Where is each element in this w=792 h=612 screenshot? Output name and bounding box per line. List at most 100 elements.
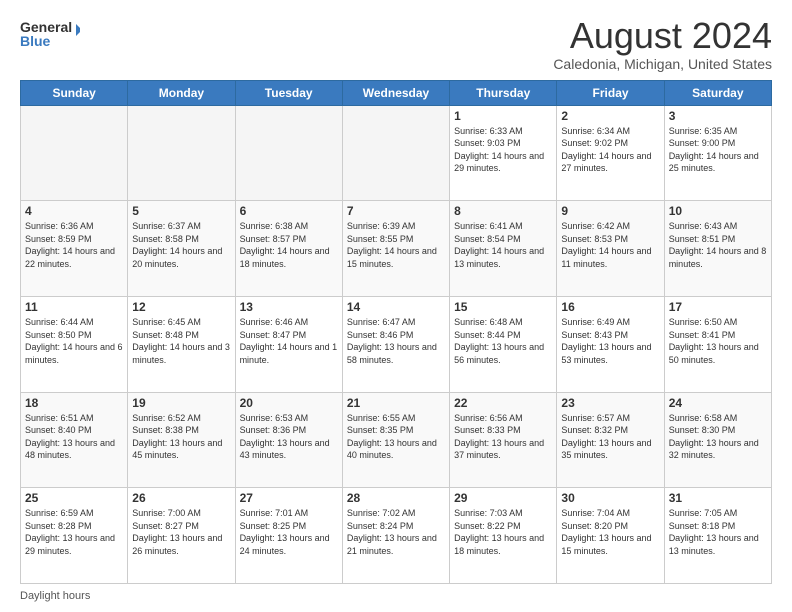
- day-info: Sunrise: 7:01 AMSunset: 8:25 PMDaylight:…: [240, 508, 330, 556]
- day-info: Sunrise: 7:05 AMSunset: 8:18 PMDaylight:…: [669, 508, 759, 556]
- day-number: 16: [561, 300, 659, 314]
- day-info: Sunrise: 7:00 AMSunset: 8:27 PMDaylight:…: [132, 508, 222, 556]
- day-info: Sunrise: 6:44 AMSunset: 8:50 PMDaylight:…: [25, 317, 123, 365]
- calendar-cell: 23 Sunrise: 6:57 AMSunset: 8:32 PMDayligh…: [557, 392, 664, 488]
- day-info: Sunrise: 6:34 AMSunset: 9:02 PMDaylight:…: [561, 126, 651, 174]
- day-number: 2: [561, 109, 659, 123]
- day-number: 29: [454, 491, 552, 505]
- day-info: Sunrise: 6:56 AMSunset: 8:33 PMDaylight:…: [454, 413, 544, 461]
- day-number: 1: [454, 109, 552, 123]
- day-info: Sunrise: 6:59 AMSunset: 8:28 PMDaylight:…: [25, 508, 115, 556]
- calendar-cell: [128, 105, 235, 201]
- day-number: 13: [240, 300, 338, 314]
- day-info: Sunrise: 7:02 AMSunset: 8:24 PMDaylight:…: [347, 508, 437, 556]
- day-info: Sunrise: 6:39 AMSunset: 8:55 PMDaylight:…: [347, 221, 437, 269]
- calendar-cell: [342, 105, 449, 201]
- day-number: 3: [669, 109, 767, 123]
- month-title: August 2024: [553, 16, 772, 56]
- calendar-cell: 19 Sunrise: 6:52 AMSunset: 8:38 PMDayligh…: [128, 392, 235, 488]
- day-header: Sunday: [21, 80, 128, 105]
- day-number: 9: [561, 204, 659, 218]
- day-info: Sunrise: 6:47 AMSunset: 8:46 PMDaylight:…: [347, 317, 437, 365]
- calendar-cell: 21 Sunrise: 6:55 AMSunset: 8:35 PMDayligh…: [342, 392, 449, 488]
- day-header: Tuesday: [235, 80, 342, 105]
- day-info: Sunrise: 6:49 AMSunset: 8:43 PMDaylight:…: [561, 317, 651, 365]
- calendar-cell: 28 Sunrise: 7:02 AMSunset: 8:24 PMDayligh…: [342, 488, 449, 584]
- calendar-cell: 7 Sunrise: 6:39 AMSunset: 8:55 PMDaylight…: [342, 201, 449, 297]
- calendar-cell: 9 Sunrise: 6:42 AMSunset: 8:53 PMDaylight…: [557, 201, 664, 297]
- calendar-cell: 30 Sunrise: 7:04 AMSunset: 8:20 PMDayligh…: [557, 488, 664, 584]
- day-info: Sunrise: 6:42 AMSunset: 8:53 PMDaylight:…: [561, 221, 651, 269]
- day-header: Friday: [557, 80, 664, 105]
- calendar-cell: 15Sunrise: 6:48 AMSunset: 8:44 PMDayligh…: [450, 296, 557, 392]
- day-info: Sunrise: 6:46 AMSunset: 8:47 PMDaylight:…: [240, 317, 338, 365]
- calendar-cell: 22 Sunrise: 6:56 AMSunset: 8:33 PMDayligh…: [450, 392, 557, 488]
- day-info: Sunrise: 6:55 AMSunset: 8:35 PMDaylight:…: [347, 413, 437, 461]
- calendar-cell: 8Sunrise: 6:41 AMSunset: 8:54 PMDaylight…: [450, 201, 557, 297]
- day-info: Sunrise: 6:33 AMSunset: 9:03 PMDaylight:…: [454, 126, 544, 174]
- daylight-label: Daylight hours: [20, 590, 90, 602]
- calendar-cell: 29 Sunrise: 7:03 AMSunset: 8:22 PMDayligh…: [450, 488, 557, 584]
- day-number: 26: [132, 491, 230, 505]
- calendar-cell: 31 Sunrise: 7:05 AMSunset: 8:18 PMDayligh…: [664, 488, 771, 584]
- day-number: 30: [561, 491, 659, 505]
- day-number: 28: [347, 491, 445, 505]
- day-number: 31: [669, 491, 767, 505]
- calendar-cell: 5Sunrise: 6:37 AMSunset: 8:58 PMDaylight…: [128, 201, 235, 297]
- day-info: Sunrise: 6:35 AMSunset: 9:00 PMDaylight:…: [669, 126, 759, 174]
- svg-text:Blue: Blue: [20, 33, 51, 49]
- day-info: Sunrise: 6:45 AMSunset: 8:48 PMDaylight:…: [132, 317, 230, 365]
- day-info: Sunrise: 6:38 AMSunset: 8:57 PMDaylight:…: [240, 221, 330, 269]
- day-number: 6: [240, 204, 338, 218]
- day-header: Saturday: [664, 80, 771, 105]
- location: Caledonia, Michigan, United States: [553, 56, 772, 72]
- day-number: 12: [132, 300, 230, 314]
- day-info: Sunrise: 6:43 AMSunset: 8:51 PMDaylight:…: [669, 221, 767, 269]
- day-number: 24: [669, 396, 767, 410]
- title-area: August 2024 Caledonia, Michigan, United …: [553, 16, 772, 72]
- day-info: Sunrise: 6:36 AMSunset: 8:59 PMDaylight:…: [25, 221, 115, 269]
- calendar-cell: 6 Sunrise: 6:38 AMSunset: 8:57 PMDaylight…: [235, 201, 342, 297]
- calendar-cell: 12 Sunrise: 6:45 AMSunset: 8:48 PMDayligh…: [128, 296, 235, 392]
- day-number: 8: [454, 204, 552, 218]
- calendar-cell: 13 Sunrise: 6:46 AMSunset: 8:47 PMDayligh…: [235, 296, 342, 392]
- day-number: 4: [25, 204, 123, 218]
- day-number: 21: [347, 396, 445, 410]
- day-number: 19: [132, 396, 230, 410]
- calendar-table: SundayMondayTuesdayWednesdayThursdayFrid…: [20, 80, 772, 584]
- page-header: General Blue August 2024 Caledonia, Mich…: [20, 16, 772, 72]
- footer: Daylight hours: [20, 590, 772, 602]
- day-header: Wednesday: [342, 80, 449, 105]
- calendar-cell: 25Sunrise: 6:59 AMSunset: 8:28 PMDayligh…: [21, 488, 128, 584]
- day-info: Sunrise: 6:53 AMSunset: 8:36 PMDaylight:…: [240, 413, 330, 461]
- day-number: 14: [347, 300, 445, 314]
- day-info: Sunrise: 6:52 AMSunset: 8:38 PMDaylight:…: [132, 413, 222, 461]
- day-info: Sunrise: 6:57 AMSunset: 8:32 PMDaylight:…: [561, 413, 651, 461]
- calendar-cell: 17Sunrise: 6:50 AMSunset: 8:41 PMDayligh…: [664, 296, 771, 392]
- day-number: 20: [240, 396, 338, 410]
- logo-svg: General Blue: [20, 16, 80, 52]
- calendar-cell: 10 Sunrise: 6:43 AMSunset: 8:51 PMDayligh…: [664, 201, 771, 297]
- calendar-cell: 14 Sunrise: 6:47 AMSunset: 8:46 PMDayligh…: [342, 296, 449, 392]
- day-info: Sunrise: 6:58 AMSunset: 8:30 PMDaylight:…: [669, 413, 759, 461]
- calendar-cell: [21, 105, 128, 201]
- day-number: 23: [561, 396, 659, 410]
- calendar-cell: 26 Sunrise: 7:00 AMSunset: 8:27 PMDayligh…: [128, 488, 235, 584]
- calendar-cell: 20 Sunrise: 6:53 AMSunset: 8:36 PMDayligh…: [235, 392, 342, 488]
- day-info: Sunrise: 7:04 AMSunset: 8:20 PMDaylight:…: [561, 508, 651, 556]
- calendar-cell: 27 Sunrise: 7:01 AMSunset: 8:25 PMDayligh…: [235, 488, 342, 584]
- day-header: Monday: [128, 80, 235, 105]
- day-number: 22: [454, 396, 552, 410]
- logo: General Blue: [20, 16, 80, 52]
- day-number: 27: [240, 491, 338, 505]
- day-info: Sunrise: 6:37 AMSunset: 8:58 PMDaylight:…: [132, 221, 222, 269]
- day-number: 7: [347, 204, 445, 218]
- day-number: 10: [669, 204, 767, 218]
- calendar-cell: 1 Sunrise: 6:33 AMSunset: 9:03 PMDaylight…: [450, 105, 557, 201]
- day-header: Thursday: [450, 80, 557, 105]
- day-info: Sunrise: 7:03 AMSunset: 8:22 PMDaylight:…: [454, 508, 544, 556]
- calendar-cell: 3 Sunrise: 6:35 AMSunset: 9:00 PMDaylight…: [664, 105, 771, 201]
- calendar-cell: 24 Sunrise: 6:58 AMSunset: 8:30 PMDayligh…: [664, 392, 771, 488]
- day-number: 17: [669, 300, 767, 314]
- day-info: Sunrise: 6:51 AMSunset: 8:40 PMDaylight:…: [25, 413, 115, 461]
